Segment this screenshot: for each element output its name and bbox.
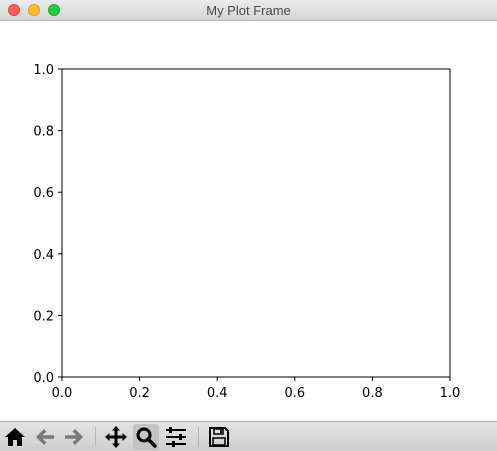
axes-svg[interactable]: 0.0 0.2 0.4 0.6 0.8 1.0 0.0 0.2 0.4 0.6 0.8 1.0 <box>0 21 497 421</box>
pan-button[interactable] <box>103 424 129 450</box>
back-arrow-icon <box>36 429 54 445</box>
y-tick-label: 0.0 <box>33 371 54 386</box>
window-title: My Plot Frame <box>206 3 291 18</box>
x-tick-label: 0.4 <box>207 386 228 401</box>
x-tick-label: 0.8 <box>362 386 383 401</box>
home-icon <box>5 428 25 446</box>
x-tick-label: 1.0 <box>440 386 461 401</box>
home-button[interactable] <box>2 424 28 450</box>
x-tick-label: 0.6 <box>284 386 305 401</box>
y-tick-label: 0.8 <box>33 125 54 140</box>
y-tick-label: 0.2 <box>33 309 54 324</box>
y-axis: 0.0 0.2 0.4 0.6 0.8 1.0 <box>33 63 62 386</box>
configure-subplots-icon <box>166 427 186 447</box>
save-button[interactable] <box>206 424 232 450</box>
y-tick-label: 0.4 <box>33 248 54 263</box>
zoom-button[interactable] <box>133 424 159 450</box>
zoom-icon <box>136 427 157 448</box>
title-bar[interactable]: My Plot Frame <box>0 0 497 21</box>
x-axis: 0.0 0.2 0.4 0.6 0.8 1.0 <box>52 377 461 401</box>
forward-arrow-icon <box>65 429 83 445</box>
figure-canvas[interactable]: 0.0 0.2 0.4 0.6 0.8 1.0 0.0 0.2 0.4 0.6 0.8 1.0 <box>0 21 497 421</box>
back-button[interactable] <box>32 424 58 450</box>
x-tick-label: 0.0 <box>52 386 73 401</box>
navigation-toolbar <box>0 421 497 451</box>
toolbar-separator <box>198 427 199 447</box>
pan-icon <box>105 426 127 448</box>
plot-window: My Plot Frame 0.0 0.2 0.4 0.6 0.8 1.0 0.0 0.2 0… <box>0 0 497 451</box>
y-tick-label: 0.6 <box>33 186 54 201</box>
x-tick-label: 0.2 <box>129 386 150 401</box>
configure-subplots-button[interactable] <box>163 424 189 450</box>
toolbar-separator <box>95 427 96 447</box>
save-icon <box>209 427 229 447</box>
axes-frame <box>61 68 451 378</box>
y-tick-label: 1.0 <box>33 63 54 78</box>
forward-button[interactable] <box>61 424 87 450</box>
